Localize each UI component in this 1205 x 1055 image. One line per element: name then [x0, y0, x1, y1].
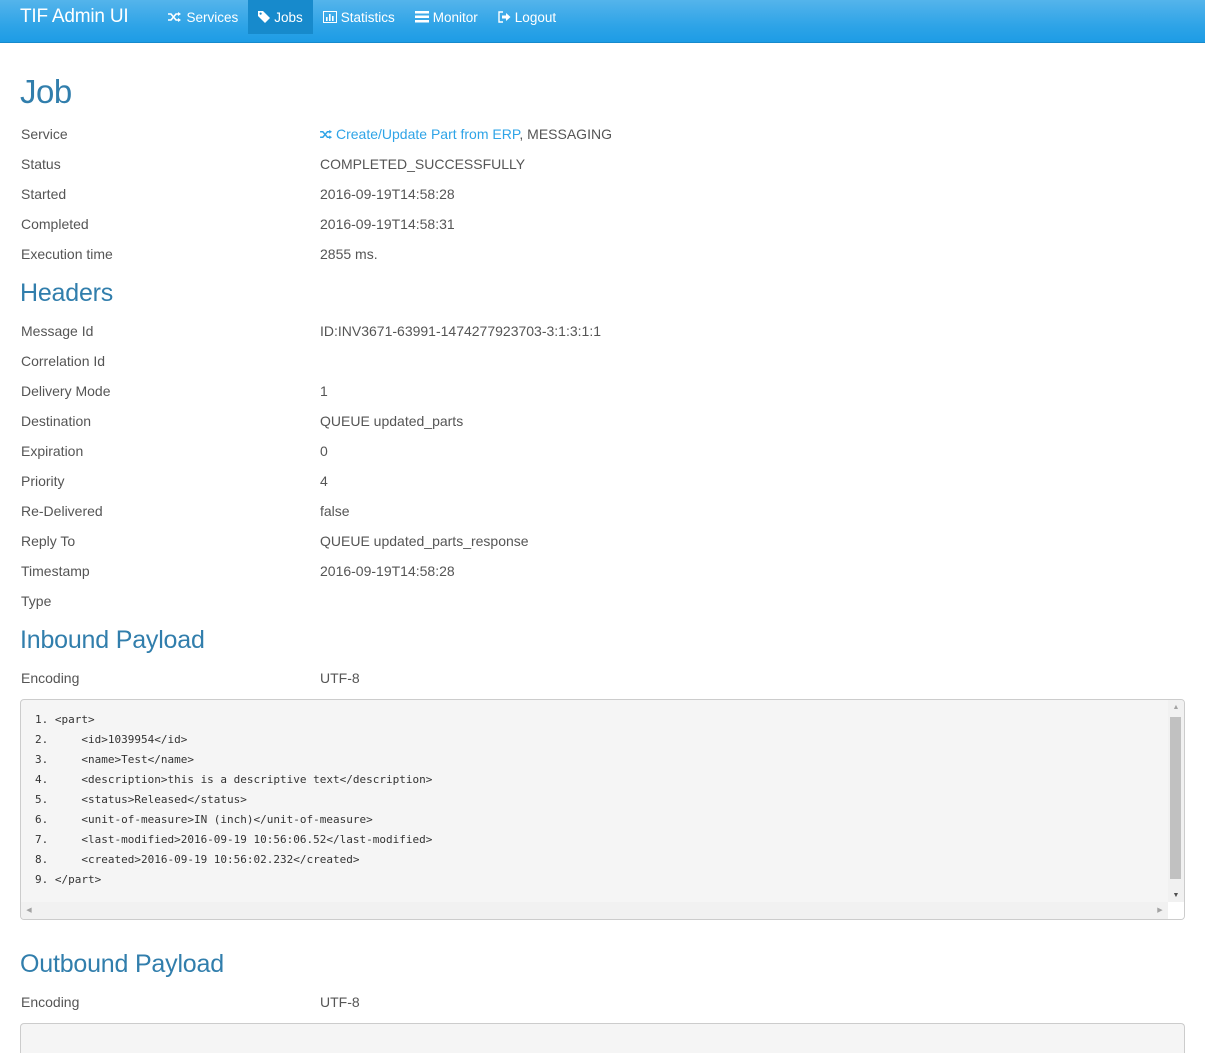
header-row: Priority 4 — [20, 466, 1185, 496]
field-value: false — [320, 503, 350, 519]
code-line: 3. <name>Test</name> — [35, 753, 194, 766]
scrollbar-thumb[interactable] — [1170, 717, 1181, 879]
header-row: Reply To QUEUE updated_parts_response — [20, 526, 1185, 556]
header-row: Correlation Id — [20, 346, 1185, 376]
field-value: 2016-09-19T14:58:28 — [320, 186, 455, 202]
field-label: Reply To — [21, 533, 76, 549]
field-label: Expiration — [21, 443, 84, 459]
nav-item-services[interactable]: Services — [158, 0, 248, 34]
field-value: 2855 ms. — [320, 246, 378, 262]
page-title: Job — [20, 73, 72, 110]
header-row: Destination QUEUE updated_parts — [20, 406, 1185, 436]
job-row-started: Started 2016-09-19T14:58:28 — [20, 179, 1185, 209]
header-row: Delivery Mode 1 — [20, 376, 1185, 406]
field-value: COMPLETED_SUCCESSFULLY — [320, 156, 526, 172]
outbound-payload-title: Outbound Payload — [20, 950, 224, 978]
nav-label: Statistics — [340, 9, 395, 25]
field-label: Destination — [21, 413, 92, 429]
field-label: Encoding — [21, 994, 80, 1010]
nav-menu: Services Jobs Statistics Monitor Logout — [158, 0, 566, 42]
brand-logo[interactable]: TIF Admin UI — [20, 0, 158, 42]
scroll-up-arrow-icon[interactable]: ▲ — [1168, 700, 1184, 716]
nav-item-statistics[interactable]: Statistics — [313, 0, 405, 34]
field-label: Message Id — [21, 323, 94, 339]
navbar: TIF Admin UI Services Jobs Statistics Mo… — [0, 0, 1205, 43]
vertical-scrollbar[interactable]: ▲ ▼ — [1168, 700, 1184, 904]
field-label: Correlation Id — [21, 353, 106, 369]
scrollbar-corner — [1168, 902, 1184, 919]
field-value: ID:INV3671-63991-1474277923703-3:1:3:1:1 — [320, 323, 601, 339]
outbound-encoding-row: Encoding UTF-8 — [20, 987, 1185, 1017]
code-lines: 1. <part> 2. <id>1039954</id> 3. <name>Tes… — [21, 700, 1184, 900]
code-line: 6. <unit-of-measure>IN (inch)</unit-of-m… — [35, 813, 373, 826]
job-row-status: Status COMPLETED_SUCCESSFULLY — [20, 149, 1185, 179]
job-row-completed: Completed 2016-09-19T14:58:31 — [20, 209, 1185, 239]
horizontal-scrollbar[interactable]: ◀ ▶ — [21, 902, 1168, 919]
scroll-right-arrow-icon[interactable]: ▶ — [1152, 902, 1168, 919]
header-row: Type — [20, 586, 1185, 616]
code-line: 1. <part> — [35, 713, 95, 726]
inbound-encoding-row: Encoding UTF-8 — [20, 663, 1185, 693]
field-label: Encoding — [21, 670, 80, 686]
main-content: Job Service Create/Update Part from ERP,… — [0, 73, 1205, 1053]
job-row-service: Service Create/Update Part from ERP, MES… — [20, 119, 1185, 149]
field-value: UTF-8 — [320, 994, 360, 1010]
field-value: Create/Update Part from ERP, MESSAGING — [320, 126, 1185, 142]
shuffle-icon — [168, 11, 182, 23]
field-label: Completed — [21, 216, 89, 232]
field-label: Priority — [21, 473, 65, 489]
nav-label: Monitor — [432, 9, 478, 25]
headers-title: Headers — [20, 279, 114, 307]
field-label: Re-Delivered — [21, 503, 103, 519]
field-value: QUEUE updated_parts_response — [320, 533, 529, 549]
code-line: 9. </part> — [35, 873, 102, 886]
service-type: , MESSAGING — [519, 126, 612, 142]
outbound-payload-code[interactable] — [20, 1023, 1185, 1053]
service-link-text[interactable]: Create/Update Part from ERP — [336, 126, 519, 142]
code-line: 4. <description>this is a descriptive te… — [35, 773, 433, 786]
inbound-payload-code[interactable]: 1. <part> 2. <id>1039954</id> 3. <name>Tes… — [20, 699, 1185, 920]
shuffle-icon — [320, 129, 332, 140]
nav-label: Services — [186, 9, 239, 25]
header-row: Expiration 0 — [20, 436, 1185, 466]
code-line: 2. <id>1039954</id> — [35, 733, 188, 746]
scroll-left-arrow-icon[interactable]: ◀ — [21, 902, 37, 919]
nav-item-logout[interactable]: Logout — [488, 0, 566, 34]
code-line: 7. <last-modified>2016-09-19 10:56:06.52… — [35, 833, 433, 846]
field-value: 2016-09-19T14:58:28 — [320, 563, 455, 579]
nav-label: Jobs — [274, 9, 303, 25]
field-value: 1 — [320, 383, 328, 399]
list-icon — [414, 11, 429, 23]
nav-item-monitor[interactable]: Monitor — [405, 0, 488, 34]
code-line: 8. <created>2016-09-19 10:56:02.232</cre… — [35, 853, 360, 866]
service-link[interactable]: Create/Update Part from ERP — [320, 126, 519, 142]
field-label: Status — [21, 156, 61, 172]
header-row: Timestamp 2016-09-19T14:58:28 — [20, 556, 1185, 586]
field-label: Started — [21, 186, 67, 202]
nav-item-jobs[interactable]: Jobs — [248, 0, 313, 34]
bar-chart-icon — [322, 11, 337, 23]
header-row: Re-Delivered false — [20, 496, 1185, 526]
field-label: Type — [21, 593, 52, 609]
field-value: UTF-8 — [320, 670, 360, 686]
field-label: Service — [21, 126, 68, 142]
field-label: Execution time — [21, 246, 113, 262]
logout-icon — [498, 11, 511, 23]
field-label: Timestamp — [21, 563, 90, 579]
field-value: 2016-09-19T14:58:31 — [320, 216, 455, 232]
header-row: Message Id ID:INV3671-63991-147427792370… — [20, 316, 1185, 346]
nav-label: Logout — [514, 9, 557, 25]
job-row-execution-time: Execution time 2855 ms. — [20, 239, 1185, 269]
field-label: Delivery Mode — [21, 383, 111, 399]
tag-icon — [258, 11, 271, 23]
code-line: 5. <status>Released</status> — [35, 793, 247, 806]
field-value: 0 — [320, 443, 328, 459]
field-value: QUEUE updated_parts — [320, 413, 464, 429]
field-value: 4 — [320, 473, 328, 489]
inbound-payload-title: Inbound Payload — [20, 626, 205, 654]
